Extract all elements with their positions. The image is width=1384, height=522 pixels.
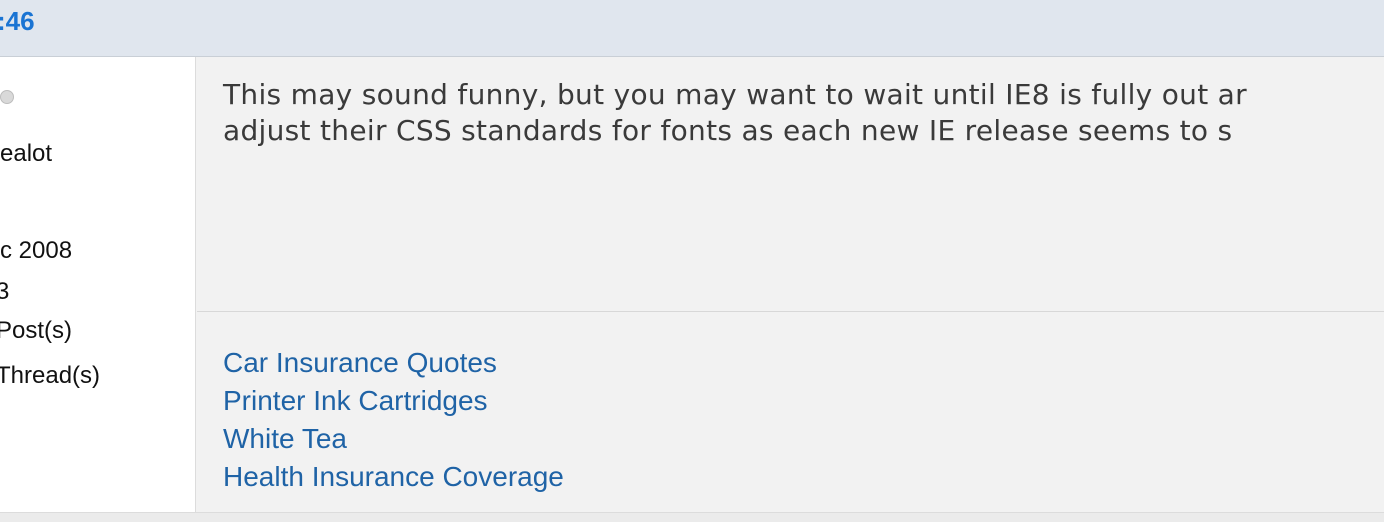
- post-count: Post(s): [0, 317, 73, 344]
- join-date: c 2008: [0, 237, 73, 264]
- post-header: :46: [0, 0, 1384, 57]
- signature-block: Car Insurance Quotes Printer Ink Cartrid…: [197, 312, 1384, 513]
- post-text-line: adjust their CSS standards for fonts as …: [223, 114, 1233, 147]
- post-message-text: This may sound funny, but you may want t…: [223, 77, 1247, 149]
- signature-link-car-insurance-quotes[interactable]: Car Insurance Quotes: [223, 344, 564, 382]
- post-number-link[interactable]: :46: [0, 6, 35, 36]
- signature-links: Car Insurance Quotes Printer Ink Cartrid…: [223, 344, 564, 496]
- user-rank: ealot: [0, 140, 53, 167]
- post-footer: [0, 512, 1384, 522]
- post-text-line: This may sound funny, but you may want t…: [223, 78, 1247, 111]
- signature-link-printer-ink-cartridges[interactable]: Printer Ink Cartridges: [223, 382, 564, 420]
- post-message: This may sound funny, but you may want t…: [197, 57, 1384, 311]
- user-info-panel: ealot c 2008 3 Post(s) Thread(s): [0, 57, 196, 513]
- signature-link-health-insurance-coverage[interactable]: Health Insurance Coverage: [223, 458, 564, 496]
- user-location: 3: [0, 278, 10, 305]
- offline-status-icon: [0, 90, 14, 104]
- thread-count: Thread(s): [0, 362, 101, 389]
- signature-link-white-tea[interactable]: White Tea: [223, 420, 564, 458]
